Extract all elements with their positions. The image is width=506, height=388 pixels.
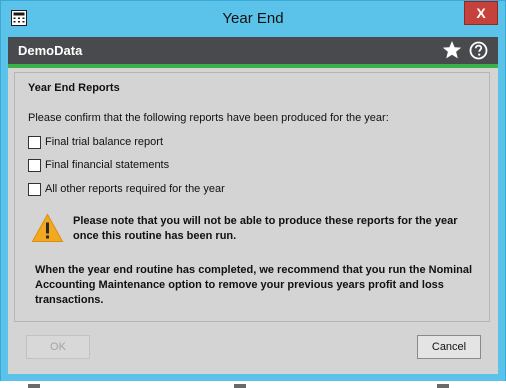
year-end-window: Year End X DemoData Year End Reports Ple… [0, 0, 506, 382]
instruction-text: Please confirm that the following report… [28, 112, 389, 124]
checkbox-label[interactable]: All other reports required for the year [45, 183, 225, 195]
title-bar[interactable]: Year End X [1, 1, 505, 37]
desktop-mark [437, 384, 449, 388]
checkbox-other-reports[interactable]: All other reports required for the year [28, 182, 225, 196]
ok-button[interactable]: OK [26, 335, 90, 359]
checkbox[interactable] [28, 158, 41, 172]
checkbox-trial-balance[interactable]: Final trial balance report [28, 135, 163, 149]
dialog-body: DemoData Year End Reports Please confirm… [8, 37, 498, 374]
desktop-mark [28, 384, 40, 388]
checkbox[interactable] [28, 182, 41, 196]
desktop-mark [234, 384, 246, 388]
section-title: Year End Reports [28, 82, 120, 94]
recommendation-message: When the year end routine has completed,… [35, 264, 473, 306]
checkbox-label[interactable]: Final trial balance report [45, 136, 163, 148]
warning-message: Please note that you will not be able to… [73, 215, 458, 242]
cancel-button[interactable]: Cancel [417, 335, 481, 359]
company-header: DemoData [8, 37, 498, 64]
warning-icon [31, 213, 64, 242]
company-name: DemoData [18, 43, 83, 58]
desktop-background [0, 381, 506, 388]
accent-strip [8, 64, 498, 68]
checkbox[interactable] [28, 135, 41, 149]
star-icon[interactable] [442, 40, 462, 60]
dialog-footer: OK Cancel [8, 325, 498, 374]
close-button[interactable]: X [464, 1, 498, 25]
checkbox-financial-statements[interactable]: Final financial statements [28, 158, 169, 172]
checkbox-label[interactable]: Final financial statements [45, 159, 169, 171]
help-icon[interactable] [469, 41, 488, 60]
window-title: Year End [222, 10, 284, 27]
